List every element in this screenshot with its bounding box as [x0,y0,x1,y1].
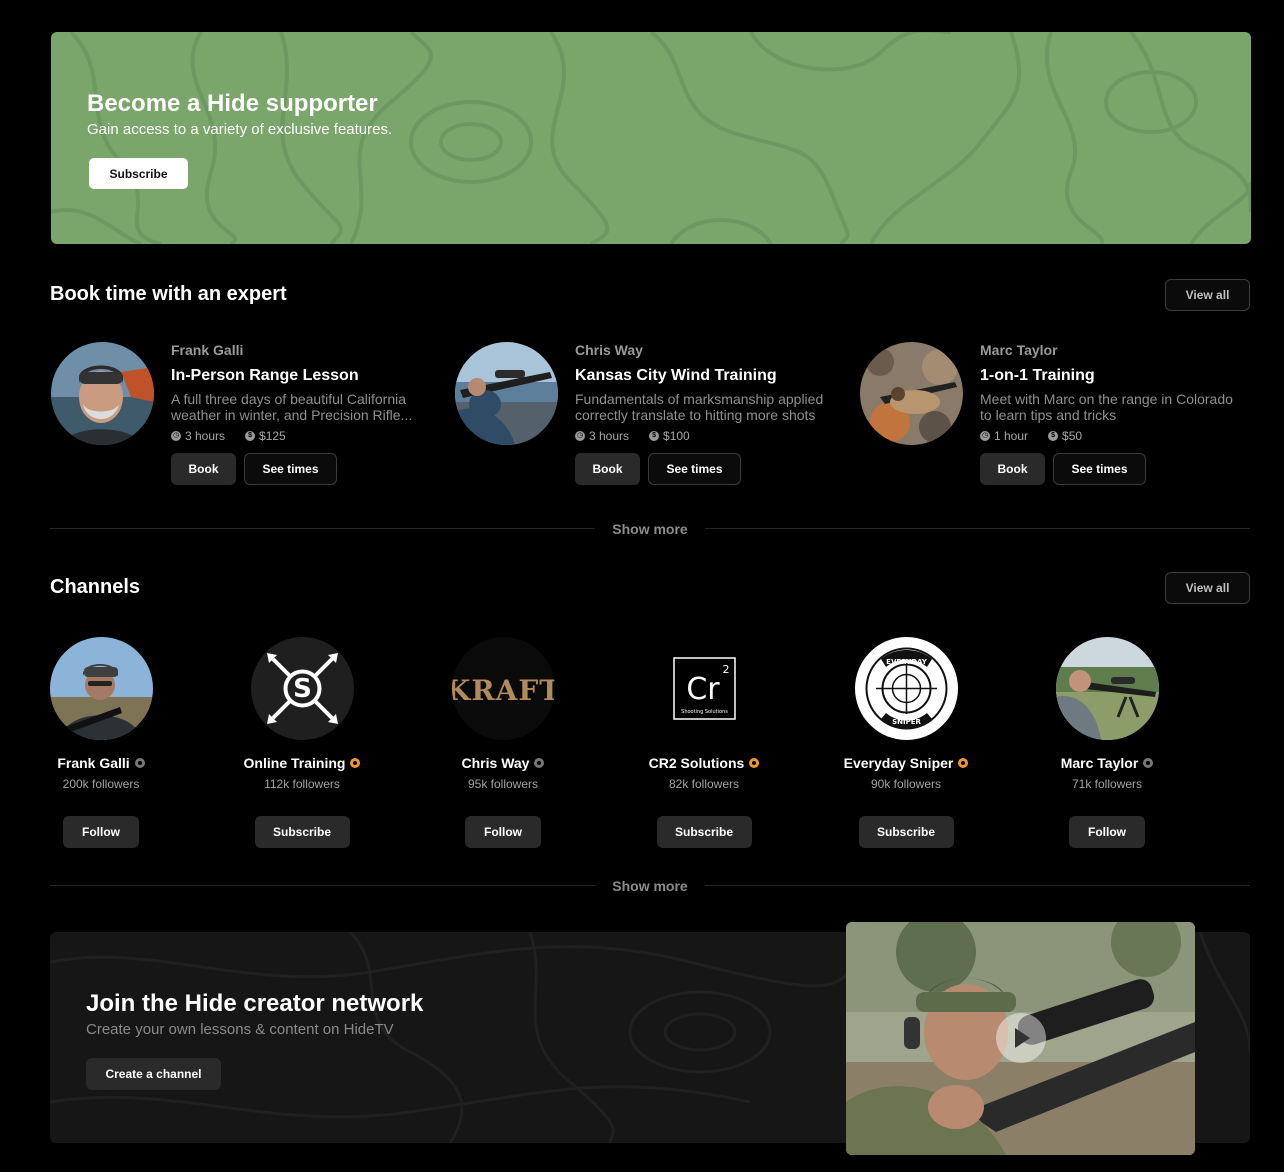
lesson-title[interactable]: Kansas City Wind Training [575,367,835,389]
follower-count: 71k followers [1071,777,1143,791]
channel-name[interactable]: Chris Way [462,755,530,771]
lesson-duration: 1 hour [994,429,1029,443]
channel-card[interactable]: S Online Training 112k followers Subscri… [227,637,377,848]
verified-badge-icon [350,758,361,768]
everyday-logo-bottom: SNIPER [892,718,921,726]
kraft-logo-text: KRAFT [452,674,555,707]
avatar [455,342,558,445]
expert-name[interactable]: Chris Way [575,342,835,360]
promo-video-thumbnail[interactable] [846,922,1195,1155]
channel-card[interactable]: EVERYDAY SNIPER Everyday Sniper 90k foll… [831,637,981,848]
avatar [860,342,963,445]
follow-button[interactable]: Follow [1069,816,1145,848]
channel-card[interactable]: KRAFT Chris Way 95k followers Follow [428,637,578,848]
dollar-icon: $ [245,431,256,441]
follower-count: 95k followers [467,777,539,791]
cr2-logo-symbol: Cr [686,672,720,707]
avatar[interactable]: S [250,637,354,740]
channel-card[interactable]: Cr 2 Shooting Solutions CR2 Solutions 82… [629,637,779,848]
channel-name[interactable]: Frank Galli [57,755,129,771]
channels-section-title: Channels [50,576,141,598]
channels-view-all-button[interactable]: View all [1165,572,1250,604]
expert-card: Marc Taylor 1-on-1 Training Meet with Ma… [860,342,1240,492]
verified-badge-icon [749,758,760,768]
subscribe-button[interactable]: Subscribe [858,816,954,848]
expert-card: Frank Galli In-Person Range Lesson A ful… [51,342,431,492]
book-button[interactable]: Book [171,453,236,485]
expert-name[interactable]: Marc Taylor [980,342,1240,360]
avatar[interactable]: EVERYDAY SNIPER [854,637,958,740]
clock-icon: ◷ [171,431,181,441]
avatar[interactable] [49,637,153,740]
everyday-logo-top: EVERYDAY [886,658,928,666]
creator-title: Join the Hide creator network [86,990,424,1017]
lesson-description: Fundamentals of marksmanship applied cor… [575,391,824,423]
supporter-banner: Become a Hide supporter Gain access to a… [51,32,1251,244]
avatar [51,342,154,445]
subscribe-button[interactable]: Subscribe [656,816,752,848]
book-button[interactable]: Book [575,453,640,485]
lesson-price: $125 [259,429,286,443]
clock-icon: ◷ [980,431,990,441]
dollar-icon: $ [649,431,660,441]
lesson-title[interactable]: In-Person Range Lesson [171,367,431,389]
clock-icon: ◷ [575,431,585,441]
channel-card[interactable]: Frank Galli 200k followers Follow [26,637,176,848]
follower-count: 112k followers [264,777,340,791]
follow-button[interactable]: Follow [465,816,541,848]
svg-text:S: S [293,674,312,704]
channel-name[interactable]: Online Training [244,755,346,771]
lesson-description: A full three days of beautiful Californi… [171,391,413,423]
verified-badge-icon [1143,758,1154,768]
expert-card: Chris Way Kansas City Wind Training Fund… [455,342,835,492]
create-channel-button[interactable]: Create a channel [86,1058,221,1090]
verified-badge-icon [134,758,145,768]
follow-button[interactable]: Follow [63,816,139,848]
lesson-description: Meet with Marc on the range in Colorado … [980,391,1233,423]
topographic-pattern [51,32,1251,244]
lesson-duration: 3 hours [589,429,630,443]
supporter-subtitle: Gain access to a variety of exclusive fe… [87,121,393,138]
channel-name[interactable]: CR2 Solutions [649,755,745,771]
follower-count: 82k followers [668,777,740,791]
avatar[interactable] [1055,637,1159,740]
avatar[interactable]: KRAFT [451,637,555,740]
subscribe-button[interactable]: Subscribe [254,816,350,848]
experts-section-title: Book time with an expert [50,283,287,305]
experts-view-all-button[interactable]: View all [1165,279,1250,311]
see-times-button[interactable]: See times [244,453,337,485]
book-button[interactable]: Book [980,453,1045,485]
verified-badge-icon [534,758,545,768]
verified-badge-icon [958,758,969,768]
channel-name[interactable]: Marc Taylor [1061,755,1139,771]
channel-name[interactable]: Everyday Sniper [844,755,954,771]
channels-show-more-button[interactable]: Show more [595,876,705,896]
expert-name[interactable]: Frank Galli [171,342,431,360]
see-times-button[interactable]: See times [648,453,741,485]
cr2-logo-caption: Shooting Solutions [681,709,728,715]
supporter-title: Become a Hide supporter [87,90,378,117]
follower-count: 200k followers [62,777,140,791]
avatar[interactable]: Cr 2 Shooting Solutions [652,637,756,740]
lesson-duration: 3 hours [185,429,226,443]
cr2-logo-superscript: 2 [722,663,729,676]
lesson-title[interactable]: 1-on-1 Training [980,367,1240,389]
experts-show-more-button[interactable]: Show more [595,519,705,539]
lesson-price: $100 [663,429,690,443]
see-times-button[interactable]: See times [1053,453,1146,485]
channel-card[interactable]: Marc Taylor 71k followers Follow [1032,637,1182,848]
follower-count: 90k followers [870,777,942,791]
supporter-subscribe-button[interactable]: Subscribe [89,158,188,189]
creator-subtitle: Create your own lessons & content on Hid… [86,1021,394,1038]
dollar-icon: $ [1048,431,1059,441]
lesson-price: $50 [1062,429,1083,443]
